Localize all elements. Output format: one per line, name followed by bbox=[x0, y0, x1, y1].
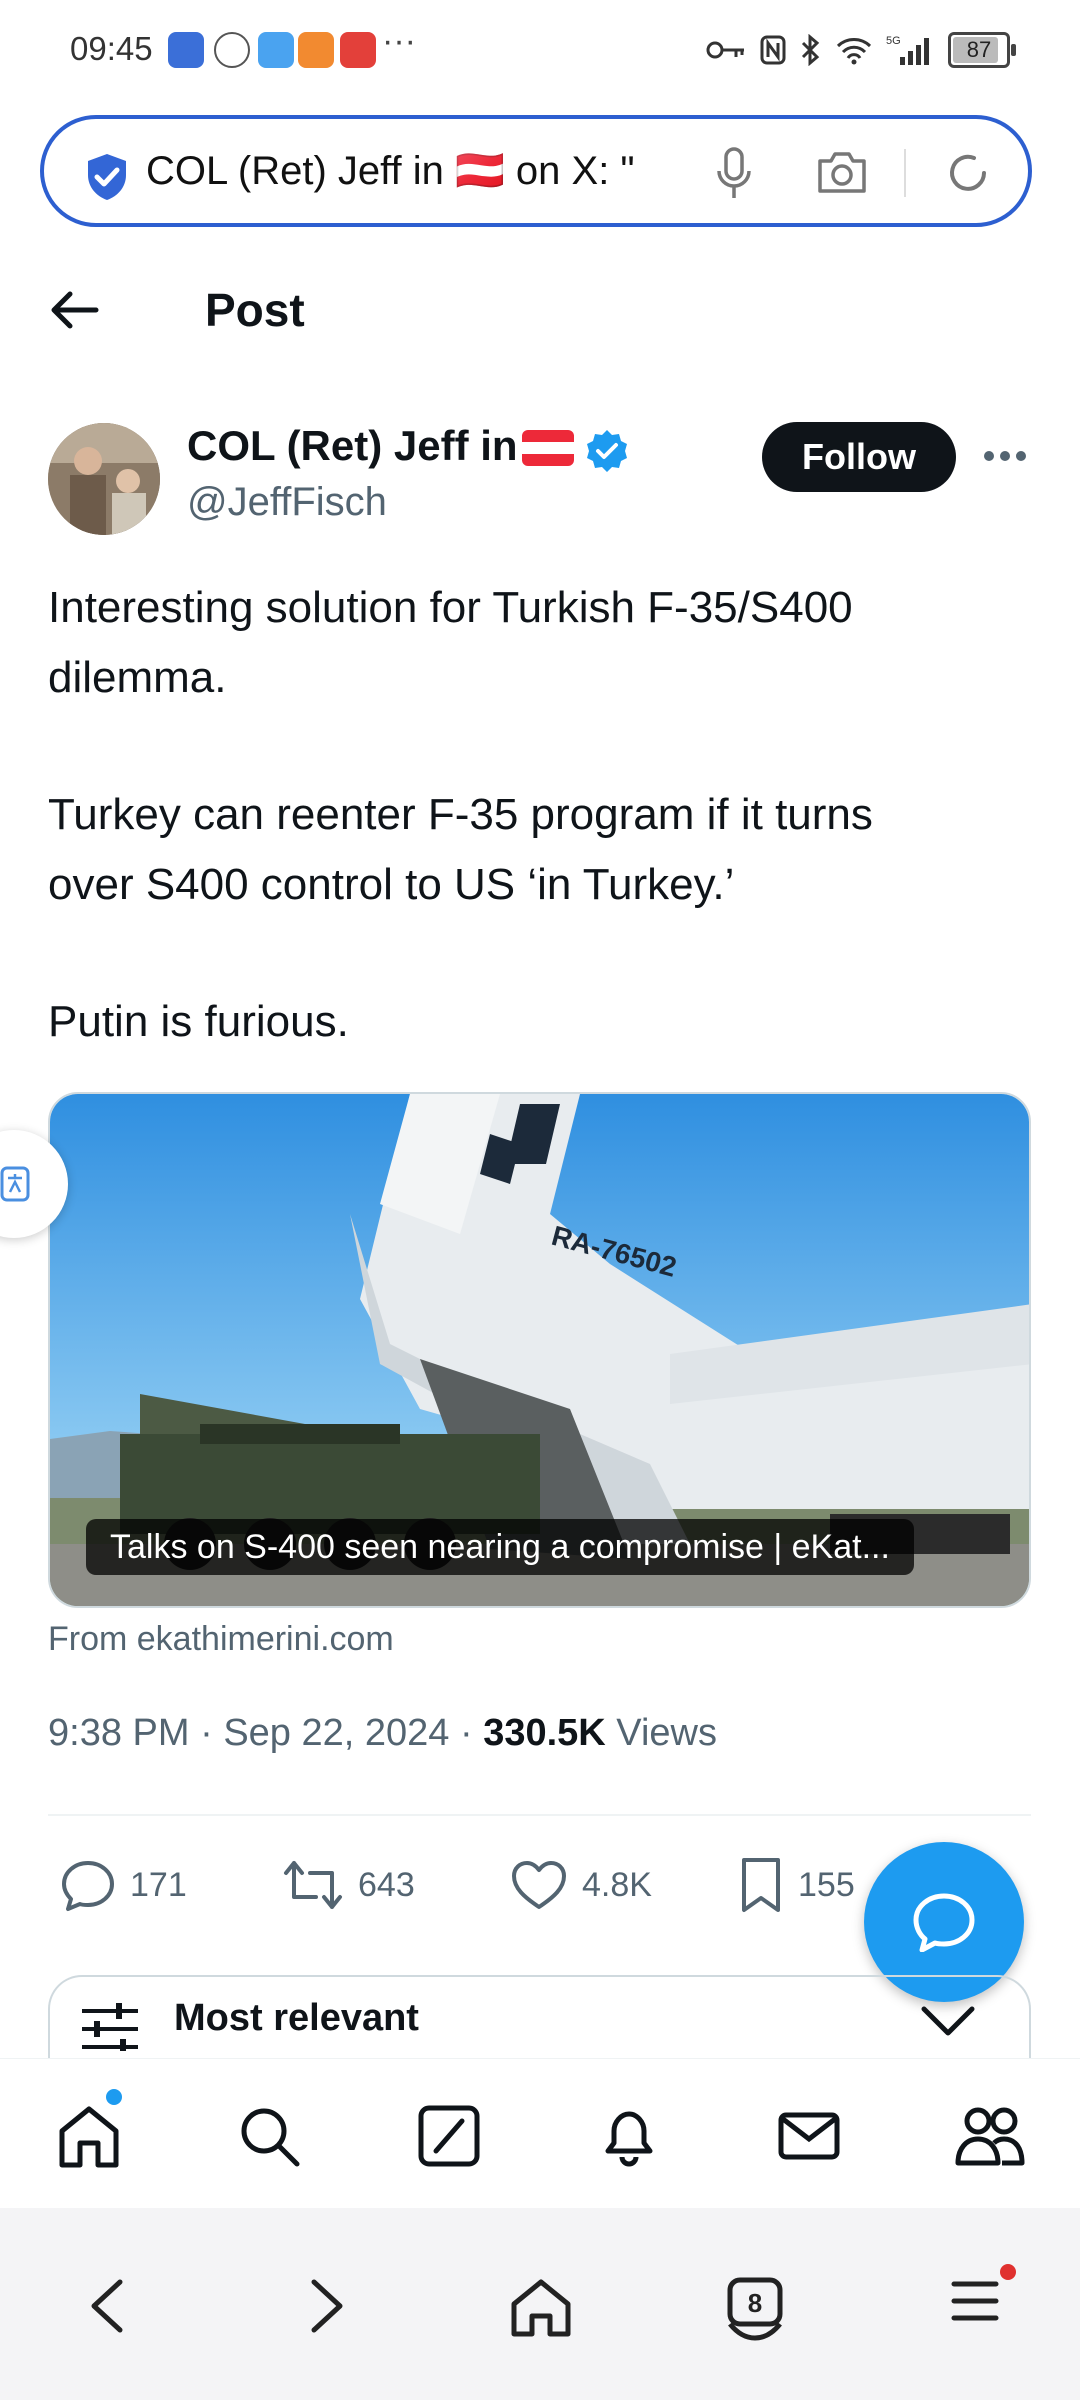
austria-flag-icon bbox=[522, 430, 574, 466]
camera-icon[interactable] bbox=[816, 149, 868, 195]
sliders-icon bbox=[82, 2003, 138, 2051]
browser-home-icon[interactable] bbox=[508, 2276, 574, 2338]
weather-icon bbox=[258, 32, 294, 68]
reply-button[interactable]: 171 bbox=[60, 1850, 187, 1920]
gesture-app-icon bbox=[214, 32, 250, 68]
bookmark-button[interactable]: 155 bbox=[738, 1850, 855, 1920]
chevron-down-icon bbox=[921, 2006, 975, 2036]
post-text-line: dilemma. bbox=[48, 653, 227, 702]
messages-envelope-icon[interactable] bbox=[776, 2103, 842, 2169]
post-text-line: Interesting solution for Turkish F-35/S4… bbox=[48, 583, 853, 632]
post-metadata: 9:38 PM · Sep 22, 2024 · 330.5K Views bbox=[48, 1712, 717, 1754]
home-icon[interactable] bbox=[56, 2103, 122, 2169]
battery-percent: 87 bbox=[966, 37, 992, 62]
shield-check-icon bbox=[88, 154, 126, 200]
author-handle[interactable]: @JeffFisch bbox=[187, 480, 387, 525]
video-icon bbox=[298, 32, 334, 68]
signal-icon: 5G bbox=[886, 35, 929, 65]
follow-button[interactable]: Follow bbox=[762, 422, 956, 492]
status-bar: 09:45 ··· 5G 87 bbox=[0, 0, 1080, 100]
huawei-app-icon bbox=[340, 32, 376, 68]
bookmark-icon bbox=[742, 1858, 780, 1912]
url-separator bbox=[904, 149, 906, 197]
refresh-icon[interactable] bbox=[944, 149, 992, 197]
post-time: 9:38 PM bbox=[48, 1712, 190, 1754]
nfc-icon bbox=[760, 35, 786, 65]
reply-icon bbox=[62, 1861, 114, 1911]
svg-text:8: 8 bbox=[748, 2288, 762, 2318]
views-label: Views bbox=[616, 1712, 717, 1754]
notification-dot bbox=[106, 2089, 122, 2105]
post-text-line: Putin is furious. bbox=[48, 997, 349, 1046]
author-name[interactable]: COL (Ret) Jeff in bbox=[187, 422, 518, 470]
post-text-line: Turkey can reenter F-35 program if it tu… bbox=[48, 790, 873, 839]
repost-icon bbox=[284, 1861, 342, 1909]
bluetooth-icon bbox=[801, 34, 820, 66]
like-button[interactable]: 4.8K bbox=[510, 1850, 652, 1920]
post-date: Sep 22, 2024 bbox=[223, 1712, 450, 1754]
heart-icon bbox=[512, 1861, 566, 1909]
page-title: Post bbox=[205, 284, 305, 336]
search-icon[interactable] bbox=[236, 2103, 302, 2169]
verified-badge-icon bbox=[587, 430, 627, 472]
back-arrow-icon[interactable] bbox=[48, 288, 100, 332]
card-caption[interactable]: Talks on S-400 seen nearing a compromise… bbox=[86, 1519, 914, 1575]
communities-icon[interactable] bbox=[954, 2103, 1026, 2169]
sort-label: Most relevant bbox=[174, 1997, 419, 2039]
post-text-line: over S400 control to US ‘in Turkey.’ bbox=[48, 860, 735, 909]
browser-back-icon[interactable] bbox=[84, 2276, 128, 2336]
avatar[interactable] bbox=[48, 423, 160, 535]
reply-bubble-icon bbox=[913, 1893, 975, 1952]
tabs-count-icon[interactable]: 8 bbox=[722, 2276, 788, 2342]
avatar-photo bbox=[48, 423, 160, 535]
address-bar[interactable]: COL (Ret) Jeff in 🇦🇹 on X: " bbox=[40, 115, 1032, 227]
url-text[interactable]: COL (Ret) Jeff in 🇦🇹 on X: " bbox=[146, 147, 726, 194]
browser-forward-icon[interactable] bbox=[306, 2276, 350, 2336]
menu-icon[interactable] bbox=[950, 2276, 1000, 2326]
menu-notification-dot bbox=[1000, 2264, 1016, 2280]
wifi-icon bbox=[836, 38, 872, 65]
sort-replies-selector[interactable]: Most relevant bbox=[48, 1975, 1031, 2065]
bottom-navigation bbox=[0, 2058, 1080, 2209]
translate-icon bbox=[0, 1166, 30, 1202]
views-count: 330.5K bbox=[483, 1712, 606, 1754]
repost-count: 643 bbox=[358, 1865, 415, 1904]
repost-button[interactable]: 643 bbox=[282, 1850, 415, 1920]
key-icon bbox=[706, 41, 744, 59]
card-source[interactable]: From ekathimerini.com bbox=[48, 1620, 394, 1659]
browser-navigation-bar: 8 bbox=[0, 2208, 1080, 2400]
microphone-icon[interactable] bbox=[716, 147, 752, 201]
divider bbox=[48, 1814, 1031, 1816]
status-time: 09:45 bbox=[70, 30, 153, 67]
bookmark-count: 155 bbox=[798, 1865, 855, 1904]
notifications-bell-icon[interactable] bbox=[596, 2103, 662, 2169]
more-options-icon[interactable] bbox=[983, 436, 1027, 476]
more-notifications-icon: ··· bbox=[382, 22, 416, 60]
grok-icon[interactable] bbox=[416, 2103, 482, 2169]
status-icons: 5G 87 bbox=[706, 30, 1016, 70]
battery-icon: 87 bbox=[948, 32, 1016, 68]
reply-count: 171 bbox=[130, 1865, 187, 1904]
link-card[interactable]: RA-76502 Talks on S-400 seen nearing a c… bbox=[48, 1092, 1031, 1608]
svg-text:5G: 5G bbox=[886, 35, 901, 47]
app-icon bbox=[168, 32, 204, 68]
like-count: 4.8K bbox=[582, 1865, 652, 1904]
